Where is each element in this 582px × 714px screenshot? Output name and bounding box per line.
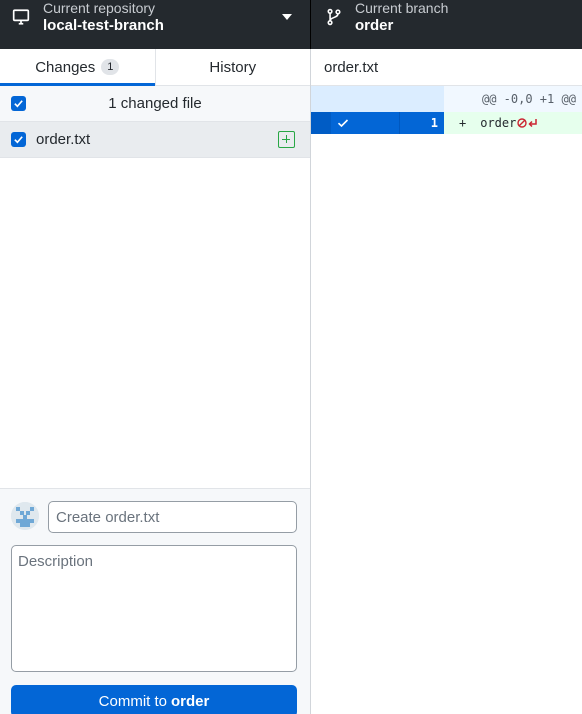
diff-added-sign: + [459,116,467,130]
repository-name: local-test-branch [43,17,164,34]
desktop-icon [12,9,30,25]
diff-line-content: + order [444,112,582,134]
tab-history[interactable]: History [156,49,311,85]
hunk-handle[interactable] [311,112,331,134]
file-name: order.txt [36,131,91,148]
avatar [11,502,39,530]
checkmark-icon [14,100,23,108]
changed-files-count: 1 changed file [108,95,202,112]
repository-selector[interactable]: Current repository local-test-branch [0,0,311,49]
diff-file-name: order.txt [324,58,379,76]
checkmark-icon [337,119,349,128]
tab-changes[interactable]: Changes 1 [0,49,156,86]
diff-panel: order.txt @@ -0,0 +1 @@ 1 + order [311,49,582,714]
sidebar-tabs: Changes 1 History [0,49,310,86]
diff-line-text: order [480,116,517,130]
hunk-header-text: @@ -0,0 +1 @@ [444,86,582,112]
top-toolbar: Current repository local-test-branch Cur… [0,0,582,49]
file-added-icon [278,131,295,148]
file-list-item[interactable]: order.txt [0,122,310,158]
commit-summary-input[interactable] [48,501,297,533]
no-newline-icon [517,117,539,129]
checkmark-icon [14,136,23,144]
tab-changes-label: Changes [35,58,96,76]
branch-name: order [355,17,394,34]
hunk-gutter[interactable] [311,86,444,112]
new-line-number: 1 [399,112,444,134]
file-include-checkbox[interactable] [11,132,26,147]
commit-button[interactable]: Commit to order [11,685,297,714]
select-all-checkbox[interactable] [11,96,26,111]
tab-history-label: History [209,58,257,76]
repository-label: Current repository [43,0,156,16]
changes-sidebar: Changes 1 History 1 changed file order.t… [0,49,311,714]
commit-button-branch: order [171,692,210,710]
line-selection-gutter[interactable] [311,112,399,134]
diff-line[interactable]: 1 + order [311,112,582,134]
branch-selector[interactable]: Current branch order [311,0,582,49]
branch-label: Current branch [355,0,449,16]
chevron-down-icon [282,14,292,20]
diff-file-header: order.txt [311,49,582,86]
changed-files-header: 1 changed file [0,86,310,122]
commit-description-input[interactable] [11,545,297,672]
changes-count-badge: 1 [101,59,120,75]
git-branch-icon [327,8,341,26]
commit-panel: Commit to order [0,488,310,714]
commit-button-label: Commit to [98,692,167,710]
hunk-header-row[interactable]: @@ -0,0 +1 @@ [311,86,582,112]
